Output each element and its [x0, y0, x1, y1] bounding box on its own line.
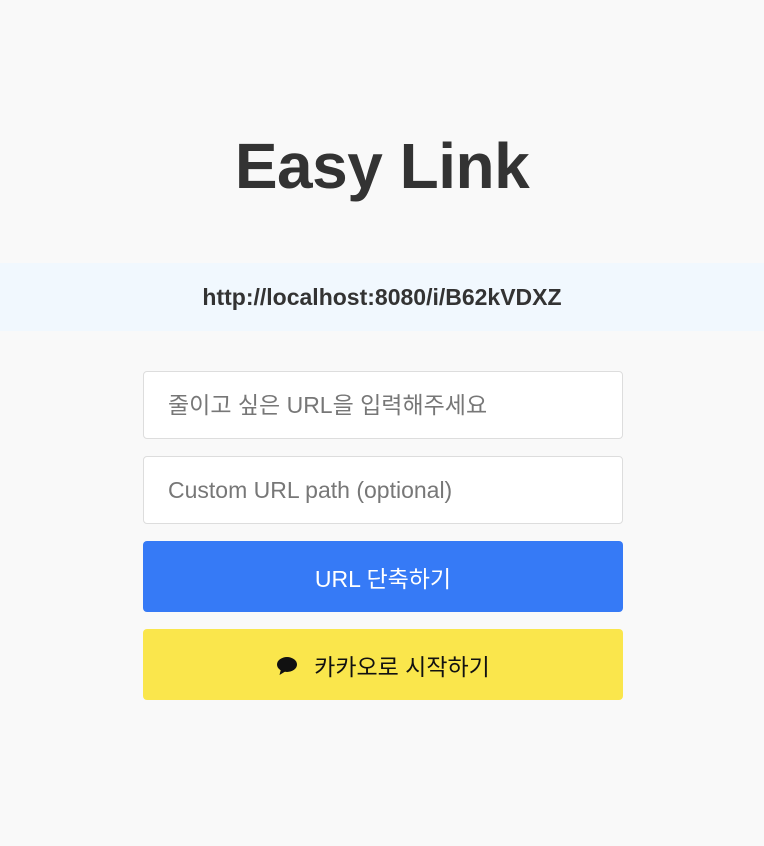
url-input[interactable]	[143, 371, 623, 439]
page: Easy Link http://localhost:8080/i/B62kVD…	[0, 0, 764, 846]
speech-bubble-icon	[276, 655, 298, 675]
app-title: Easy Link	[234, 130, 530, 202]
short-url-link[interactable]: http://localhost:8080/i/B62kVDXZ	[202, 284, 561, 311]
short-url-banner: http://localhost:8080/i/B62kVDXZ	[0, 263, 764, 331]
shorten-button-label: URL 단축하기	[314, 565, 452, 592]
custom-path-input[interactable]	[143, 456, 623, 524]
kakao-login-button[interactable]: 카카오로 시작하기	[143, 629, 623, 700]
kakao-button-label: 카카오로 시작하기	[314, 653, 490, 680]
shorten-form: URL 단축하기 카카오로 시작하기	[143, 371, 623, 700]
shorten-button[interactable]: URL 단축하기	[143, 541, 623, 612]
